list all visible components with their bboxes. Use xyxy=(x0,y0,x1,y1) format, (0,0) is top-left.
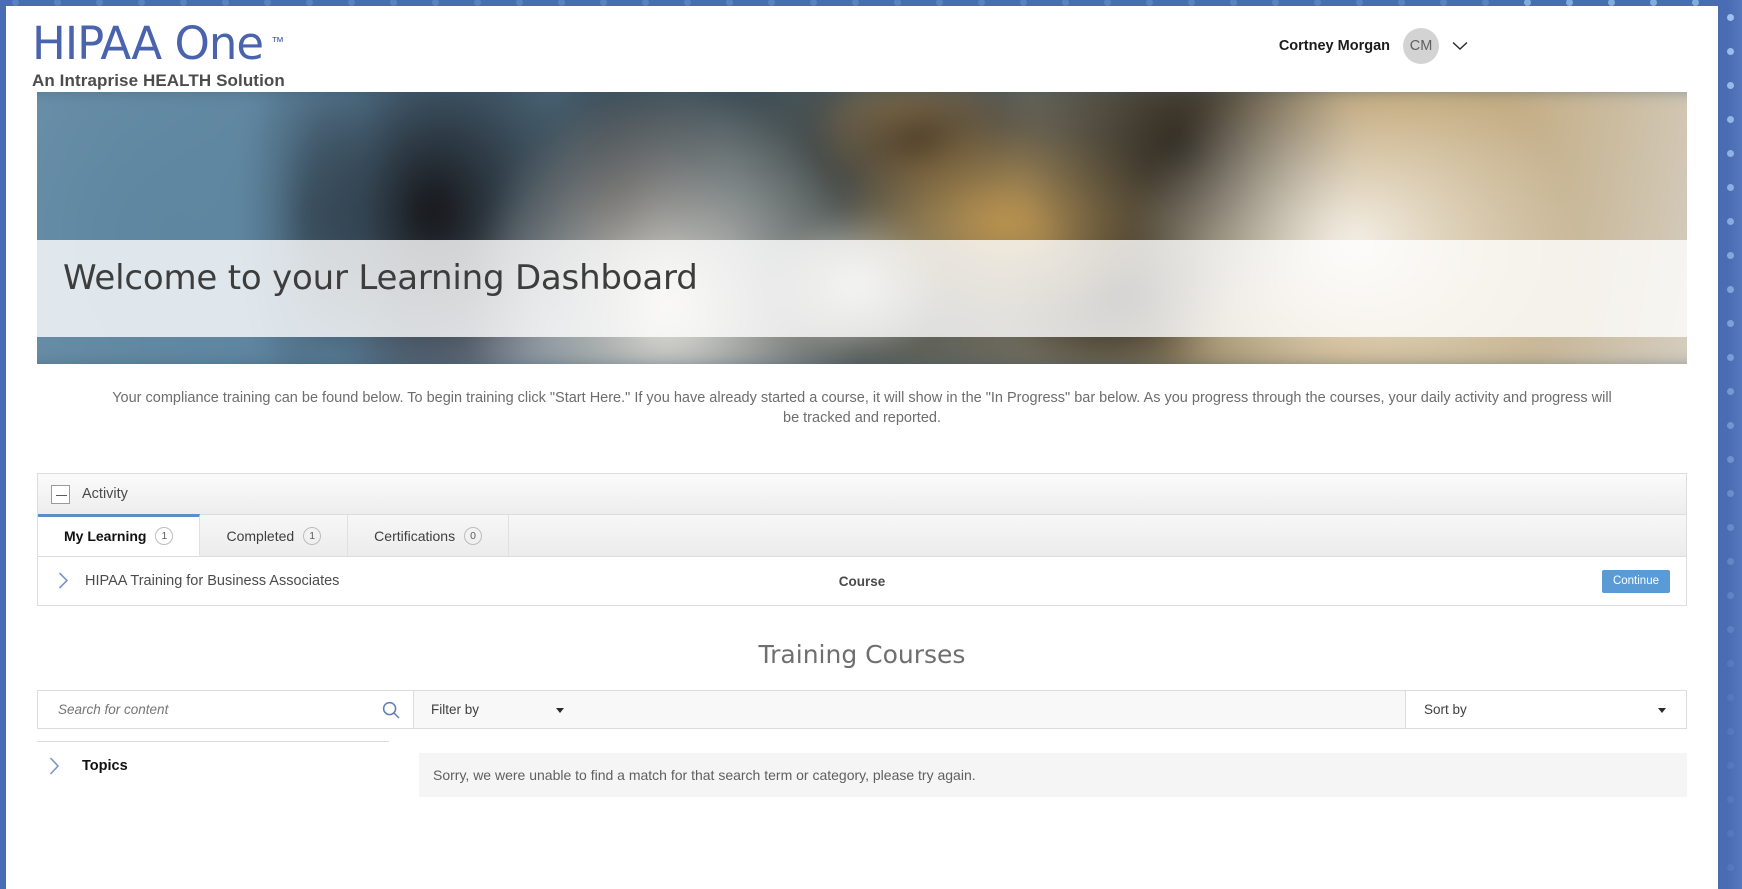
courses-body: Topics Sorry, we were unable to find a m… xyxy=(37,729,1687,797)
search-input[interactable] xyxy=(58,702,382,717)
user-menu[interactable]: Cortney Morgan CM xyxy=(1279,28,1468,64)
table-row[interactable]: HIPAA Training for Business Associates C… xyxy=(38,557,1686,605)
tab-certifications[interactable]: Certifications 0 xyxy=(348,515,510,556)
frame-dot xyxy=(1727,660,1734,667)
tab-my-learning-count: 1 xyxy=(155,527,174,545)
page-title: Welcome to your Learning Dashboard xyxy=(63,258,698,298)
user-name: Cortney Morgan xyxy=(1278,38,1390,54)
frame-dot xyxy=(1727,320,1734,327)
tab-certifications-count: 0 xyxy=(464,526,483,545)
tab-my-learning-label: My Learning xyxy=(64,528,147,544)
filter-by-label: Filter by xyxy=(431,702,480,717)
activity-panel: Activity My Learning 1 Completed 1 Certi… xyxy=(37,473,1687,606)
activity-panel-header: Activity xyxy=(38,474,1686,515)
chevron-right-icon[interactable] xyxy=(49,756,60,775)
sort-by-dropdown[interactable]: Sort by xyxy=(1406,691,1686,728)
frame-dot xyxy=(1727,218,1734,225)
frame-dot xyxy=(1727,830,1734,837)
frame-edge-right xyxy=(1718,0,1742,889)
frame-dot xyxy=(1727,116,1734,123)
course-controls-bar: Filter by Sort by xyxy=(37,690,1687,729)
minus-icon[interactable] xyxy=(51,484,70,504)
brand-logo[interactable]: HIPAA One ™ An Intraprise HEALTH Solutio… xyxy=(32,18,285,91)
frame-dot xyxy=(1727,48,1734,55)
frame-dot xyxy=(1727,626,1734,633)
frame-dot xyxy=(1727,490,1734,497)
tab-completed-count: 1 xyxy=(303,526,322,545)
frame-dot xyxy=(1727,796,1734,803)
frame-dot xyxy=(1727,728,1734,735)
brand-logo-wordmark: HIPAA One xyxy=(32,17,264,70)
frame-dot xyxy=(1727,592,1734,599)
frame-dot xyxy=(1727,388,1734,395)
frame-dot xyxy=(1727,456,1734,463)
avatar[interactable]: CM xyxy=(1403,28,1439,64)
chevron-down-icon[interactable] xyxy=(1452,41,1468,52)
search-icon[interactable] xyxy=(382,701,400,719)
search-field[interactable] xyxy=(38,691,414,728)
frame-dot xyxy=(1727,82,1734,89)
tab-my-learning[interactable]: My Learning 1 xyxy=(38,514,201,556)
intro-paragraph: Your compliance training can be found be… xyxy=(112,390,1612,426)
brand-tagline: An Intraprise HEALTH Solution xyxy=(32,71,285,90)
brand-logo-text: HIPAA One ™ xyxy=(32,17,284,70)
training-courses-title: Training Courses xyxy=(758,640,966,669)
frame-dot xyxy=(1727,558,1734,565)
frame-dot xyxy=(1727,524,1734,531)
topics-accordion[interactable]: Topics xyxy=(37,742,419,789)
topics-sidebar: Topics xyxy=(37,729,419,797)
activity-panel-title: Activity xyxy=(82,486,128,502)
frame-dot xyxy=(1727,354,1734,361)
caret-down-icon xyxy=(1658,708,1666,713)
frame-dot xyxy=(1727,864,1734,871)
caret-down-icon xyxy=(556,708,564,713)
frame-dot xyxy=(1727,252,1734,259)
topics-label: Topics xyxy=(82,757,128,774)
page-canvas: HIPAA One ™ An Intraprise HEALTH Solutio… xyxy=(6,6,1718,889)
frame-dot xyxy=(1727,150,1734,157)
course-type: Course xyxy=(838,573,886,589)
frame-dot xyxy=(1727,184,1734,191)
frame-dot xyxy=(1727,694,1734,701)
site-header: HIPAA One ™ An Intraprise HEALTH Solutio… xyxy=(6,6,1718,92)
tab-completed-label: Completed xyxy=(226,527,295,544)
activity-tabs: My Learning 1 Completed 1 Certifications… xyxy=(38,514,1686,557)
frame-dot xyxy=(1727,286,1734,293)
tab-completed[interactable]: Completed 1 xyxy=(200,515,349,556)
frame-dot xyxy=(1727,14,1734,21)
frame-dot xyxy=(1727,422,1734,429)
frame-dot xyxy=(1727,762,1734,769)
browser-frame: HIPAA One ™ An Intraprise HEALTH Solutio… xyxy=(0,0,1742,889)
sort-by-label: Sort by xyxy=(1424,702,1467,717)
course-results: Sorry, we were unable to find a match fo… xyxy=(419,729,1687,797)
continue-button[interactable]: Continue xyxy=(1601,569,1670,593)
hero-banner: Welcome to your Learning Dashboard xyxy=(37,92,1687,364)
filter-by-dropdown[interactable]: Filter by xyxy=(414,691,1406,728)
trademark-icon: ™ xyxy=(271,34,284,49)
empty-state-message: Sorry, we were unable to find a match fo… xyxy=(419,753,1687,797)
tab-certifications-label: Certifications xyxy=(374,527,456,544)
